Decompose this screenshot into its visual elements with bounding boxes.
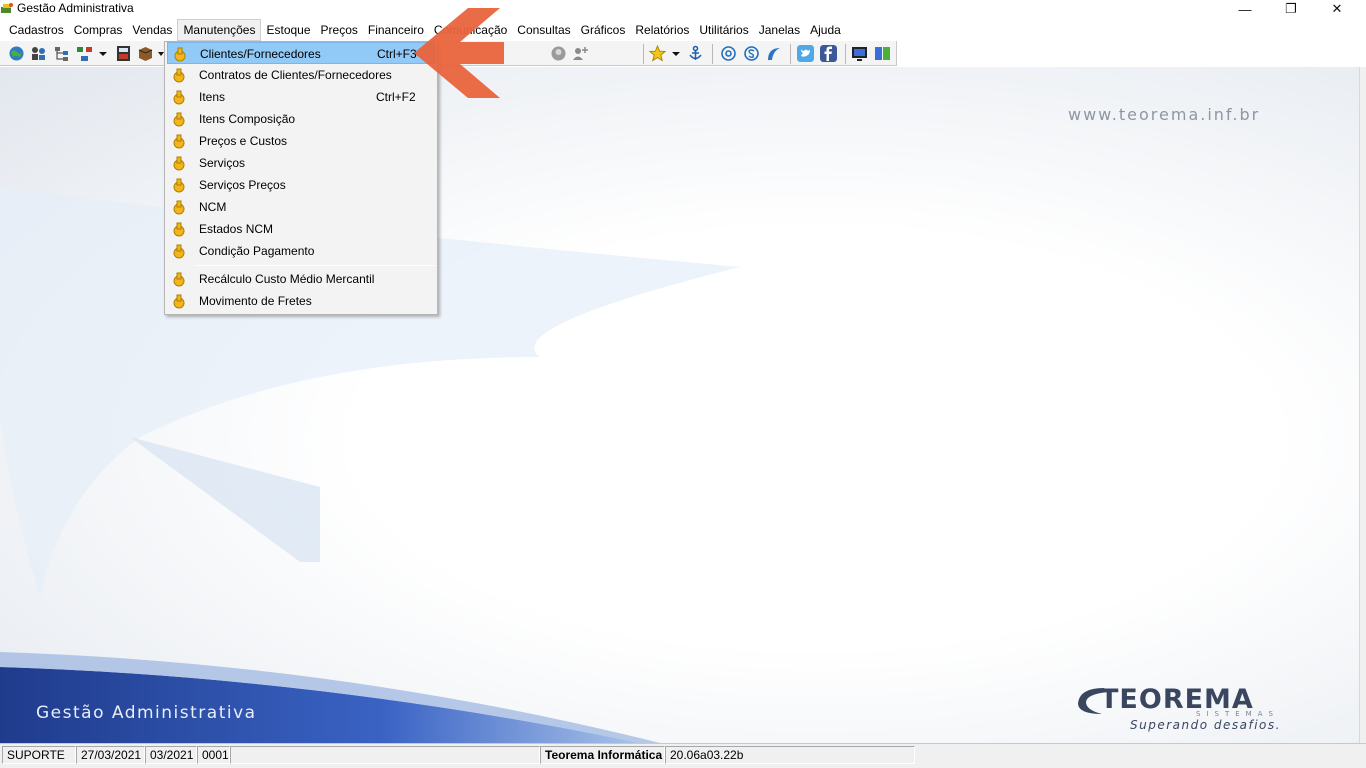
chevron-down-icon[interactable] (670, 45, 682, 62)
menu-item-label: Clientes/Fornecedores (200, 47, 321, 61)
people-icon[interactable] (30, 45, 47, 62)
menu-utilitarios[interactable]: Utilitários (694, 19, 753, 41)
product-label: Gestão Administrativa (36, 703, 257, 723)
menu-item-label: Condição Pagamento (199, 244, 315, 258)
menu-item-itens[interactable]: Itens Ctrl+F2 (167, 86, 435, 108)
menu-item-shortcut: Ctrl+F3 (377, 47, 417, 61)
menu-cadastros[interactable]: Cadastros (4, 19, 69, 41)
menu-item-label: Itens (199, 90, 226, 104)
status-period: 03/2021 (145, 746, 197, 764)
calculator-icon[interactable] (115, 45, 132, 62)
right-edge-scrollbar[interactable] (1359, 67, 1366, 743)
menu-item-movimento-fretes[interactable]: Movimento de Fretes (167, 290, 435, 312)
menu-precos[interactable]: Preços (316, 19, 363, 41)
menu-item-icon (173, 244, 185, 259)
menu-item-icon (173, 68, 185, 83)
menu-item-itens-composicao[interactable]: Itens Composição (167, 108, 435, 130)
email-at-icon[interactable] (720, 45, 737, 62)
menu-consultas[interactable]: Consultas (512, 19, 575, 41)
app-icon (1, 3, 13, 13)
status-user: SUPORTE (2, 746, 76, 764)
toolbar-separator (845, 44, 846, 64)
menu-item-estados-ncm[interactable]: Estados NCM (167, 218, 435, 240)
twitter-icon[interactable] (797, 45, 814, 62)
menu-item-label: Itens Composição (199, 112, 296, 126)
star-icon[interactable] (649, 45, 666, 62)
facebook-icon[interactable] (820, 45, 837, 62)
menu-item-icon (173, 90, 185, 105)
user-circle-icon[interactable] (550, 45, 567, 62)
menu-bar: Cadastros Compras Vendas Manutenções Est… (0, 19, 1366, 41)
toolbar-separator (712, 44, 713, 64)
website-text: www.teorema.inf.br (1068, 105, 1261, 124)
menu-item-icon (173, 112, 185, 127)
manutencoes-dropdown: Clientes/Fornecedores Ctrl+F3 Contratos … (164, 41, 438, 315)
close-button[interactable]: ✕ (1314, 0, 1360, 18)
title-bar: Gestão Administrativa — ❐ ✕ (0, 0, 1366, 18)
menu-manutencoes[interactable]: Manutenções (177, 19, 262, 41)
menu-item-label: Movimento de Fretes (199, 294, 312, 308)
menu-item-condicao-pagamento[interactable]: Condição Pagamento (167, 240, 435, 262)
menu-item-icon (173, 178, 185, 193)
status-date: 27/03/2021 (76, 746, 145, 764)
menu-item-shortcut: Ctrl+F2 (376, 90, 416, 104)
status-version: 20.06a03.22b (665, 746, 915, 764)
status-code: 0001 (197, 746, 230, 764)
menu-item-ncm[interactable]: NCM (167, 196, 435, 218)
menu-item-label: Serviços Preços (199, 178, 286, 192)
menu-item-icon (173, 272, 185, 287)
status-bar: SUPORTE 27/03/2021 03/2021 0001 Teorema … (0, 743, 1366, 768)
pointer-arrow-icon (414, 8, 504, 98)
menu-item-icon (173, 156, 185, 171)
menu-item-clientes-fornecedores[interactable]: Clientes/Fornecedores Ctrl+F3 (167, 42, 435, 64)
menu-item-icon (174, 47, 186, 62)
menu-vendas[interactable]: Vendas (127, 19, 177, 41)
anchor-icon[interactable] (687, 45, 704, 62)
menu-item-label: Contratos de Clientes/Fornecedores (199, 68, 392, 82)
menu-item-servicos[interactable]: Serviços (167, 152, 435, 174)
menu-compras[interactable]: Compras (69, 19, 128, 41)
status-empty (230, 746, 540, 764)
menu-item-icon (173, 200, 185, 215)
menu-item-servicos-precos[interactable]: Serviços Preços (167, 174, 435, 196)
logo-subtitle: SISTEMAS (1196, 710, 1279, 718)
menu-item-icon (173, 294, 185, 309)
menu-item-label: Estados NCM (199, 222, 274, 236)
menu-estoque[interactable]: Estoque (261, 19, 315, 41)
menu-item-contratos[interactable]: Contratos de Clientes/Fornecedores (167, 64, 435, 86)
menu-relatorios[interactable]: Relatórios (630, 19, 694, 41)
menu-janelas[interactable]: Janelas (754, 19, 805, 41)
menu-separator (195, 265, 435, 266)
menu-ajuda[interactable]: Ajuda (805, 19, 846, 41)
tree-icon[interactable] (53, 45, 70, 62)
menu-item-precos-custos[interactable]: Preços e Custos (167, 130, 435, 152)
minimize-button[interactable]: — (1222, 0, 1268, 18)
teorema-logo: TEOREMA SISTEMAS Superando desafios. (1070, 684, 1330, 734)
menu-item-icon (173, 134, 185, 149)
monitor-icon[interactable] (851, 45, 868, 62)
status-company: Teorema Informática (540, 746, 665, 764)
toolbar-separator (790, 44, 791, 64)
menu-item-icon (173, 222, 185, 237)
menu-item-label: Serviços (199, 156, 246, 170)
globe-icon[interactable] (8, 45, 25, 62)
logo-slogan: Superando desafios. (1130, 718, 1281, 732)
window-title: Gestão Administrativa (17, 1, 134, 15)
chevron-down-icon[interactable] (97, 45, 109, 62)
menu-item-label: Recálculo Custo Médio Mercantil (199, 272, 375, 286)
skype-icon[interactable] (743, 45, 760, 62)
swirl-icon[interactable] (765, 45, 782, 62)
toolbar-separator (643, 44, 644, 64)
box-icon[interactable] (137, 45, 154, 62)
menu-graficos[interactable]: Gráficos (576, 19, 631, 41)
menu-item-recalculo-custo[interactable]: Recálculo Custo Médio Mercantil (167, 268, 435, 290)
menu-item-label: NCM (199, 200, 227, 214)
network-icon[interactable] (76, 45, 93, 62)
window-tile-icon[interactable] (874, 45, 891, 62)
restore-button[interactable]: ❐ (1268, 0, 1314, 18)
menu-item-label: Preços e Custos (199, 134, 288, 148)
add-user-icon[interactable] (572, 45, 589, 62)
